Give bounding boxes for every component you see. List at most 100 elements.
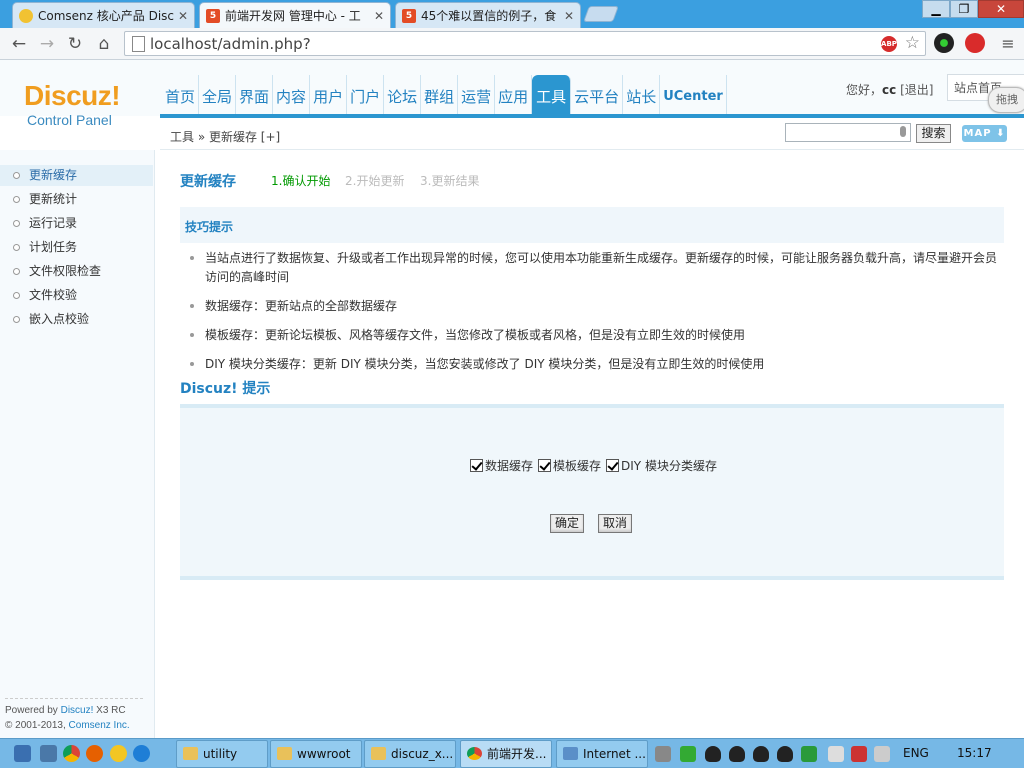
bullet-icon bbox=[190, 256, 194, 260]
browser-tab-examples[interactable]: 5 45个难以置信的例子，食 ✕ bbox=[395, 2, 581, 28]
tray-volume-icon[interactable] bbox=[874, 746, 890, 762]
nav-tools[interactable]: 工具 bbox=[532, 75, 572, 115]
task-discuz[interactable]: discuz_x... bbox=[364, 740, 456, 768]
checkbox-data-cache[interactable] bbox=[470, 459, 483, 472]
extension-stop-icon[interactable] bbox=[965, 33, 985, 53]
chrome-icon[interactable] bbox=[63, 745, 80, 762]
chrome-icon bbox=[467, 747, 482, 760]
clock[interactable]: 15:17 bbox=[957, 746, 992, 760]
tip-item: 数据缓存：更新站点的全部数据缓存 bbox=[190, 297, 1004, 316]
nav-portal[interactable]: 门户 bbox=[347, 75, 385, 115]
tray-qq-icon[interactable] bbox=[777, 746, 793, 762]
reload-icon[interactable]: ↻ bbox=[64, 33, 86, 55]
task-utility[interactable]: utility bbox=[176, 740, 268, 768]
task-label: wwwroot bbox=[297, 747, 351, 761]
menu-icon[interactable]: ≡ bbox=[997, 33, 1019, 55]
address-bar[interactable]: localhost/admin.php? ABP ☆ bbox=[124, 31, 926, 56]
checkbox-template-cache[interactable] bbox=[538, 459, 552, 472]
browser-tab-comsenz[interactable]: Comsenz 核心产品 Discu ✕ bbox=[12, 2, 195, 28]
nav-users[interactable]: 用户 bbox=[310, 75, 348, 115]
firefox-icon[interactable] bbox=[86, 745, 103, 762]
sub-toolbar: 工具 » 更新缓存 [+] 搜索 MAP ⬇ bbox=[160, 118, 1024, 150]
page-title: 更新缓存 bbox=[180, 174, 236, 190]
tray-qq-icon[interactable] bbox=[705, 746, 721, 762]
tray-security-icon[interactable] bbox=[801, 746, 817, 762]
task-label: discuz_x... bbox=[391, 747, 454, 761]
ie9-icon[interactable] bbox=[110, 745, 127, 762]
tray-app-icon[interactable] bbox=[655, 746, 671, 762]
sidebar-item-label: 更新缓存 bbox=[29, 168, 78, 182]
language-indicator[interactable]: ENG bbox=[903, 746, 929, 760]
map-button[interactable]: MAP ⬇ bbox=[962, 125, 1007, 142]
tray-flag-icon[interactable] bbox=[828, 746, 844, 762]
tray-update-icon[interactable] bbox=[680, 746, 696, 762]
nav-interface[interactable]: 界面 bbox=[236, 75, 274, 115]
adblock-icon[interactable]: ABP bbox=[881, 36, 897, 52]
breadcrumb[interactable]: 工具 » 更新缓存 [+] bbox=[170, 128, 280, 145]
nav-apps[interactable]: 应用 bbox=[495, 75, 533, 115]
drag-handle[interactable]: 拖拽 bbox=[988, 87, 1024, 113]
sidebar-item-run-log[interactable]: 运行记录 bbox=[0, 213, 153, 234]
copyright-prefix: © 2001-2013, bbox=[5, 720, 69, 731]
nav-cloud[interactable]: 云平台 bbox=[571, 75, 624, 115]
sidebar-item-file-check[interactable]: 文件校验 bbox=[0, 285, 153, 306]
nav-global[interactable]: 全局 bbox=[199, 75, 237, 115]
checkbox-label: 数据缓存 bbox=[485, 459, 534, 473]
minimize-button[interactable]: ▁ bbox=[922, 0, 950, 18]
discuz-link[interactable]: Discuz! bbox=[61, 705, 94, 716]
comsenz-link[interactable]: Comsenz Inc. bbox=[69, 720, 130, 731]
tray-qq-icon[interactable] bbox=[753, 746, 769, 762]
tray-qq-icon[interactable] bbox=[729, 746, 745, 762]
window-switch-icon[interactable] bbox=[40, 745, 57, 762]
cache-options: 数据缓存 模板缓存 DIY 模块分类缓存 bbox=[470, 457, 722, 474]
microphone-icon[interactable] bbox=[900, 126, 906, 137]
nav-webmaster[interactable]: 站长 bbox=[623, 75, 661, 115]
windows-taskbar: utility wwwroot discuz_x... 前端开发... Inte… bbox=[0, 738, 1024, 768]
confirm-button[interactable]: 确定 bbox=[550, 514, 585, 533]
search-input[interactable] bbox=[785, 123, 911, 142]
nav-content[interactable]: 内容 bbox=[273, 75, 311, 115]
show-desktop-icon[interactable] bbox=[14, 745, 31, 762]
nav-forum[interactable]: 论坛 bbox=[384, 75, 422, 115]
sidebar-item-update-cache[interactable]: 更新缓存 bbox=[0, 165, 153, 186]
logo-subtitle: Control Panel bbox=[27, 112, 112, 128]
sidebar-item-scheduled-tasks[interactable]: 计划任务 bbox=[0, 237, 153, 258]
browser-tab-admin[interactable]: 5 前端开发网 管理中心 - 工 ✕ bbox=[199, 2, 391, 28]
task-chrome[interactable]: 前端开发... bbox=[460, 740, 552, 768]
bullet-icon bbox=[13, 316, 20, 323]
maximize-button[interactable]: ❐ bbox=[950, 0, 978, 18]
bullet-icon bbox=[190, 362, 194, 366]
forward-icon[interactable]: → bbox=[36, 33, 58, 55]
main-nav: 首页 全局 界面 内容 用户 门户 论坛 群组 运营 应用 工具 云平台 站长 … bbox=[162, 75, 727, 115]
home-icon[interactable]: ⌂ bbox=[93, 33, 115, 55]
search-button[interactable]: 搜索 bbox=[916, 124, 951, 143]
close-icon[interactable]: ✕ bbox=[178, 9, 188, 23]
extension-camera-icon[interactable] bbox=[934, 33, 954, 53]
discuz-logo[interactable]: Discuz! bbox=[24, 80, 121, 112]
internet-icon bbox=[563, 747, 578, 760]
close-icon[interactable]: ✕ bbox=[374, 9, 384, 23]
checkbox-diy-cache[interactable] bbox=[606, 459, 620, 472]
tray-network-icon[interactable] bbox=[851, 746, 867, 762]
bookmark-star-icon[interactable]: ☆ bbox=[905, 33, 920, 53]
nav-groups[interactable]: 群组 bbox=[421, 75, 459, 115]
nav-home[interactable]: 首页 bbox=[162, 75, 200, 115]
close-window-button[interactable]: ✕ bbox=[978, 0, 1024, 18]
sidebar-item-update-stats[interactable]: 更新统计 bbox=[0, 189, 153, 210]
logout-link[interactable]: [退出] bbox=[900, 83, 933, 97]
nav-ucenter[interactable]: UCenter bbox=[660, 75, 727, 115]
tab-title: 前端开发网 管理中心 - 工 bbox=[225, 9, 361, 23]
back-icon[interactable]: ← bbox=[8, 33, 30, 55]
cancel-button[interactable]: 取消 bbox=[598, 514, 633, 533]
task-wwwroot[interactable]: wwwroot bbox=[270, 740, 362, 768]
close-icon[interactable]: ✕ bbox=[564, 9, 574, 23]
task-internet[interactable]: Internet ... bbox=[556, 740, 648, 768]
sidebar-item-hook-check[interactable]: 嵌入点校验 bbox=[0, 309, 153, 330]
sidebar-item-file-permission[interactable]: 文件权限检查 bbox=[0, 261, 153, 282]
checkbox-label: 模板缓存 bbox=[553, 459, 602, 473]
user-greeting: 您好，cc [退出] bbox=[846, 81, 933, 98]
ie-icon[interactable] bbox=[133, 745, 150, 762]
tip-item: 当站点进行了数据恢复、升级或者工作出现异常的时候，您可以使用本功能重新生成缓存。… bbox=[190, 249, 1004, 287]
new-tab-button[interactable] bbox=[583, 6, 619, 22]
nav-operations[interactable]: 运营 bbox=[458, 75, 496, 115]
